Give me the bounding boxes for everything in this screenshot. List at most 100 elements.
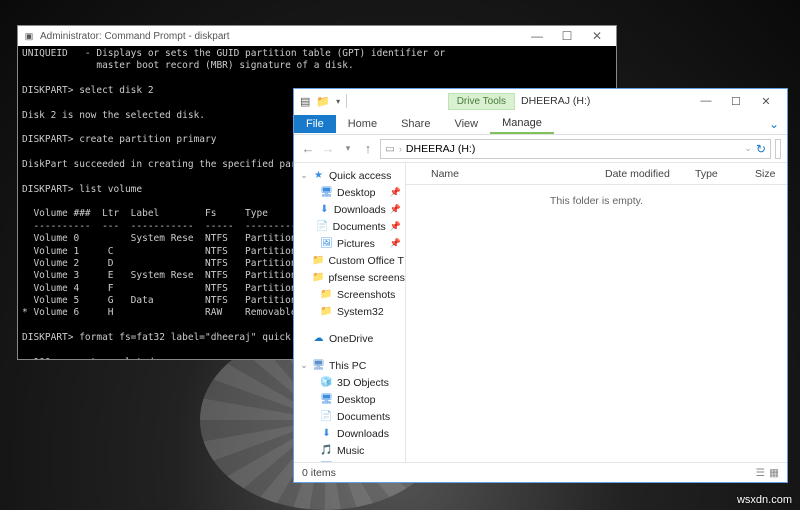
nav-label: Screenshots (337, 289, 395, 301)
ribbon-expand-icon[interactable]: ⌄ (761, 117, 787, 131)
forward-button[interactable]: → (320, 141, 336, 156)
folder-icon: 📁 (320, 305, 333, 318)
music-icon: 🎵 (320, 444, 333, 457)
star-icon: ★ (312, 169, 325, 182)
doc-icon: 📄 (316, 220, 328, 233)
back-button[interactable]: ← (300, 141, 316, 156)
pic-icon: 🖼 (320, 237, 333, 250)
pc-icon: 🖥 (312, 359, 325, 372)
file-explorer-window: ▤ 📁 ▾ Drive Tools DHEERAJ (H:) — ☐ ✕ Fil… (293, 88, 788, 483)
nav-item[interactable]: 🖥 Desktop (294, 391, 405, 408)
drive-icon: ▭ (385, 143, 395, 155)
file-list[interactable]: This folder is empty. (406, 185, 787, 462)
nav-item[interactable]: 📁 Screenshots (294, 286, 405, 303)
chevron-icon: › (399, 144, 402, 154)
onedrive-icon: ☁ (312, 332, 325, 345)
nav-label: Desktop (337, 394, 376, 406)
status-bar: 0 items ☰ ▦ (294, 462, 787, 482)
3d-icon: 🧊 (320, 376, 333, 389)
nav-item[interactable]: 📁 System32 (294, 303, 405, 320)
empty-folder-message: This folder is empty. (406, 195, 787, 207)
nav-item[interactable]: ⬇ Downloads 📌 (294, 201, 405, 218)
nav-item[interactable]: 📄 Documents 📌 (294, 218, 405, 235)
tiles-view-icon[interactable]: ▦ (769, 467, 779, 479)
folder-icon: 📁 (320, 288, 333, 301)
nav-item[interactable]: 🎵 Music (294, 442, 405, 459)
nav-label: Documents (333, 221, 386, 233)
tab-share[interactable]: Share (389, 115, 442, 133)
folder-icon: 📁 (316, 95, 330, 108)
nav-label: This PC (329, 360, 366, 372)
terminal-title: Administrator: Command Prompt - diskpart (40, 31, 522, 42)
column-headers[interactable]: Name Date modified Type Size (406, 163, 787, 185)
nav-label: 3D Objects (337, 377, 389, 389)
maximize-button[interactable]: ☐ (552, 29, 582, 43)
nav-item[interactable]: ⌄ 🖥 This PC (294, 357, 405, 374)
nav-item[interactable]: 📄 Documents (294, 408, 405, 425)
nav-item[interactable]: 🖼 Pictures 📌 (294, 235, 405, 252)
close-button[interactable]: ✕ (751, 95, 781, 108)
address-bar[interactable]: ▭ › DHEERAJ (H:) ⌄ ↻ (380, 139, 771, 159)
dl-icon: ⬇ (319, 203, 330, 216)
nav-item[interactable]: 📁 pfsense screensh (294, 269, 405, 286)
cmd-icon: ▣ (22, 29, 36, 43)
explorer-titlebar[interactable]: ▤ 📁 ▾ Drive Tools DHEERAJ (H:) — ☐ ✕ (294, 89, 787, 113)
nav-item[interactable]: 📁Custom Office T (294, 252, 405, 269)
nav-label: Downloads (337, 428, 389, 440)
tab-manage[interactable]: Manage (490, 114, 554, 134)
recent-dropdown-icon[interactable]: ▾ (340, 143, 356, 154)
dl-icon: ⬇ (320, 427, 333, 440)
column-size[interactable]: Size (747, 168, 787, 180)
tree-twisty-icon[interactable]: ⌄ (300, 170, 308, 181)
minimize-button[interactable]: — (522, 29, 552, 43)
refresh-button[interactable]: ↻ (756, 142, 766, 156)
nav-label: Documents (337, 411, 390, 423)
pin-icon: 📌 (390, 204, 401, 215)
details-view-icon[interactable]: ☰ (756, 467, 765, 479)
tab-view[interactable]: View (442, 115, 490, 133)
tab-home[interactable]: Home (336, 115, 389, 133)
nav-label: Desktop (337, 187, 376, 199)
nav-label: OneDrive (329, 333, 373, 345)
nav-label: Quick access (329, 170, 391, 182)
close-button[interactable]: ✕ (582, 29, 612, 43)
ribbon-tabs: File Home Share View Manage ⌄ (294, 113, 787, 135)
tree-twisty-icon[interactable]: ⌄ (300, 360, 308, 371)
column-name[interactable]: Name (423, 168, 597, 180)
up-button[interactable]: ↑ (360, 141, 376, 156)
nav-item[interactable]: 🧊 3D Objects (294, 374, 405, 391)
pin-icon: 📌 (390, 221, 401, 232)
pin-icon: 📌 (390, 187, 401, 198)
nav-item[interactable]: ⬇ Downloads (294, 425, 405, 442)
nav-item[interactable]: ☁ OneDrive (294, 330, 405, 347)
breadcrumb[interactable]: DHEERAJ (H:) (406, 143, 475, 155)
column-date[interactable]: Date modified (597, 168, 687, 180)
nav-item[interactable]: ⌄ ★ Quick access (294, 167, 405, 184)
nav-label: System32 (337, 306, 384, 318)
address-bar-row: ← → ▾ ↑ ▭ › DHEERAJ (H:) ⌄ ↻ (294, 135, 787, 163)
folder-icon: 📁 (312, 254, 324, 267)
search-input[interactable] (775, 139, 781, 159)
terminal-titlebar[interactable]: ▣ Administrator: Command Prompt - diskpa… (18, 26, 616, 46)
system-menu-icon[interactable]: ▤ (300, 95, 310, 108)
watermark: wsxdn.com (737, 494, 792, 506)
desktop-icon: 🖥 (320, 186, 333, 199)
pin-icon: 📌 (390, 238, 401, 249)
column-type[interactable]: Type (687, 168, 747, 180)
nav-label: Pictures (337, 238, 375, 250)
qat-dropdown-icon[interactable]: ▾ (336, 97, 340, 106)
nav-label: Downloads (334, 204, 386, 216)
status-text: 0 items (302, 467, 336, 479)
drive-tools-tab[interactable]: Drive Tools (448, 93, 515, 110)
minimize-button[interactable]: — (691, 95, 721, 108)
folder-icon: 📁 (312, 271, 324, 284)
nav-label: Music (337, 445, 364, 457)
navigation-pane[interactable]: ⌄ ★ Quick access 🖥 Desktop 📌 ⬇ Downloads 📌 📄 Docum… (294, 163, 406, 462)
desktop-icon: 🖥 (320, 393, 333, 406)
nav-label: pfsense screensh (328, 272, 406, 284)
nav-item[interactable]: 🖥 Desktop 📌 (294, 184, 405, 201)
maximize-button[interactable]: ☐ (721, 95, 751, 108)
window-title: DHEERAJ (H:) (521, 95, 590, 107)
tab-file[interactable]: File (294, 115, 336, 133)
doc-icon: 📄 (320, 410, 333, 423)
